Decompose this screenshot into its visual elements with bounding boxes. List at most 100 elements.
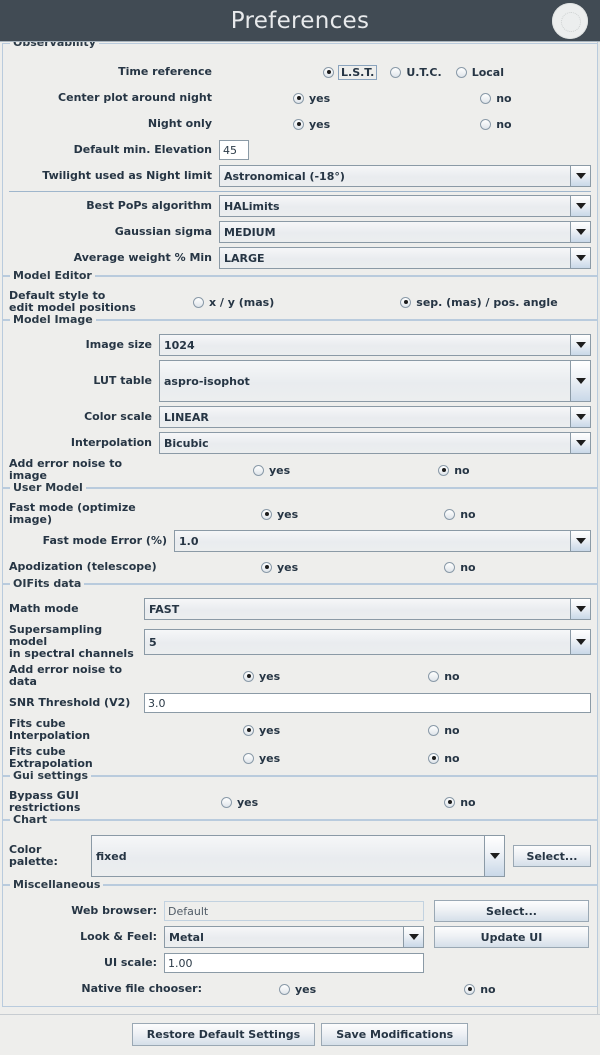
save-modifications-button[interactable]: Save Modifications	[321, 1023, 469, 1046]
look-and-feel-combo[interactable]: Metal	[164, 926, 424, 948]
chevron-down-icon[interactable]	[570, 407, 590, 427]
radio-fits-interpolation-yes[interactable]: yes	[243, 724, 280, 737]
interpolation-combo[interactable]: Bicubic	[159, 432, 591, 454]
chevron-down-icon[interactable]	[403, 927, 423, 947]
update-ui-button[interactable]: Update UI	[434, 926, 589, 948]
radio-dot-icon	[444, 796, 456, 808]
radio-dot-icon	[243, 724, 254, 736]
radio-night-only-no[interactable]: no	[480, 117, 512, 131]
fast-mode-error-combo-value: 1.0	[179, 534, 199, 548]
group-observability: Observability Time reference L.S.T. U.T.…	[2, 42, 598, 276]
web-browser-select-button[interactable]: Select...	[434, 900, 589, 922]
radio-dot-icon	[455, 66, 467, 78]
chevron-down-icon[interactable]	[484, 836, 504, 876]
radio-apodization-no[interactable]: no	[444, 561, 476, 574]
row-ui-scale: UI scale: 1.00	[9, 952, 591, 974]
radio-label: yes	[309, 117, 331, 131]
group-legend-observability: Observability	[10, 42, 99, 49]
radio-label: no	[496, 91, 512, 105]
label-snr-threshold: SNR Threshold (V2)	[9, 696, 131, 709]
radio-native-chooser-yes[interactable]: yes	[279, 983, 316, 996]
radio-fast-mode-no[interactable]: no	[444, 508, 476, 521]
radio-dot-icon	[261, 508, 272, 520]
color-palette-select-button[interactable]: Select...	[513, 845, 591, 867]
radio-fast-mode-yes[interactable]: yes	[261, 508, 298, 521]
radio-time-reference-local[interactable]: Local	[455, 66, 504, 79]
chevron-down-icon[interactable]	[570, 599, 590, 619]
label-time-reference: Time reference	[118, 65, 212, 78]
radio-fits-interpolation-no[interactable]: no	[428, 723, 460, 737]
preferences-scroll-area[interactable]: Observability Time reference L.S.T. U.T.…	[0, 41, 600, 1014]
page-title: Preferences	[230, 7, 370, 34]
average-weight-combo[interactable]: LARGE	[219, 247, 591, 269]
dialog-footer: Restore Default Settings Save Modificati…	[0, 1014, 600, 1054]
radio-bypass-yes[interactable]: yes	[221, 796, 258, 809]
radio-label: no	[496, 117, 512, 131]
snr-threshold-input[interactable]: 3.0	[144, 693, 591, 713]
gaussian-sigma-combo[interactable]: MEDIUM	[219, 221, 591, 243]
chevron-down-icon[interactable]	[570, 433, 590, 453]
radio-noise-image-no[interactable]: no	[438, 464, 470, 477]
radio-dot-icon	[323, 66, 334, 78]
chevron-down-icon[interactable]	[570, 361, 590, 401]
radio-noise-image-yes[interactable]: yes	[253, 464, 290, 477]
radio-native-chooser-no[interactable]: no	[464, 983, 496, 996]
fast-mode-error-combo[interactable]: 1.0	[174, 530, 591, 552]
radio-dot-icon	[390, 66, 402, 78]
group-legend-model-image: Model Image	[10, 313, 96, 326]
radio-bypass-no[interactable]: no	[444, 796, 476, 809]
ui-scale-input[interactable]: 1.00	[164, 953, 424, 973]
user-avatar-icon[interactable]	[552, 3, 588, 39]
image-size-combo[interactable]: 1024	[159, 334, 591, 356]
min-elevation-input[interactable]: 45	[219, 140, 249, 160]
chevron-down-icon[interactable]	[570, 335, 590, 355]
label-image-size: Image size	[85, 338, 152, 351]
radio-label: U.T.C.	[406, 65, 442, 79]
supersampling-combo[interactable]: 5	[144, 629, 591, 655]
label-native-file-chooser: Native file chooser:	[81, 982, 202, 995]
radio-fits-extrapolation-no[interactable]: no	[428, 752, 460, 765]
radio-noise-data-no[interactable]: no	[428, 670, 460, 683]
chevron-down-icon[interactable]	[570, 196, 590, 216]
radio-dot-icon	[193, 296, 204, 308]
twilight-combo[interactable]: Astronomical (-18°)	[219, 165, 591, 187]
group-legend-user-model: User Model	[10, 481, 86, 494]
radio-label: no	[444, 723, 460, 737]
chevron-down-icon[interactable]	[570, 248, 590, 268]
average-weight-combo-value: LARGE	[224, 251, 265, 265]
pops-algorithm-combo[interactable]: HALimits	[219, 195, 591, 217]
row-math-mode: Math mode FAST	[9, 598, 591, 620]
label-pops-algorithm: Best PoPs algorithm	[86, 199, 212, 212]
row-gaussian-sigma: Gaussian sigma MEDIUM	[9, 221, 591, 243]
radio-time-reference-lst[interactable]: L.S.T.	[323, 64, 378, 80]
radio-center-plot-yes[interactable]: yes	[293, 92, 330, 105]
label-average-weight: Average weight % Min	[73, 251, 212, 264]
radio-night-only-yes[interactable]: yes	[293, 118, 330, 131]
supersampling-combo-value: 5	[149, 635, 157, 649]
radio-center-plot-no[interactable]: no	[480, 91, 512, 105]
radio-label: yes	[269, 463, 291, 477]
color-scale-combo[interactable]: LINEAR	[159, 406, 591, 428]
restore-default-settings-button[interactable]: Restore Default Settings	[131, 1023, 316, 1046]
row-add-error-noise-data: Add error noise to data yes no	[9, 664, 591, 688]
radio-dot-icon	[400, 296, 412, 308]
radio-dot-icon	[480, 118, 492, 130]
radio-style-sep-posangle[interactable]: sep. (mas) / pos. angle	[400, 296, 558, 309]
radio-dot-icon	[243, 670, 254, 682]
radio-dot-icon	[261, 561, 272, 573]
radio-noise-data-yes[interactable]: yes	[243, 670, 280, 683]
chevron-down-icon[interactable]	[570, 222, 590, 242]
radio-fits-extrapolation-yes[interactable]: yes	[243, 752, 280, 765]
lut-table-combo[interactable]: aspro-isophot	[159, 360, 591, 402]
radio-apodization-yes[interactable]: yes	[261, 561, 298, 574]
color-palette-combo[interactable]: fixed	[91, 835, 505, 877]
web-browser-input[interactable]: Default	[164, 901, 424, 921]
chevron-down-icon[interactable]	[570, 531, 590, 551]
chevron-down-icon[interactable]	[570, 630, 590, 654]
chevron-down-icon[interactable]	[570, 166, 590, 186]
label-fast-mode-error: Fast mode Error (%)	[42, 534, 167, 547]
row-interpolation: Interpolation Bicubic	[9, 432, 591, 454]
radio-time-reference-utc[interactable]: U.T.C.	[390, 65, 442, 79]
radio-style-xy[interactable]: x / y (mas)	[193, 296, 274, 309]
math-mode-combo[interactable]: FAST	[144, 598, 591, 620]
